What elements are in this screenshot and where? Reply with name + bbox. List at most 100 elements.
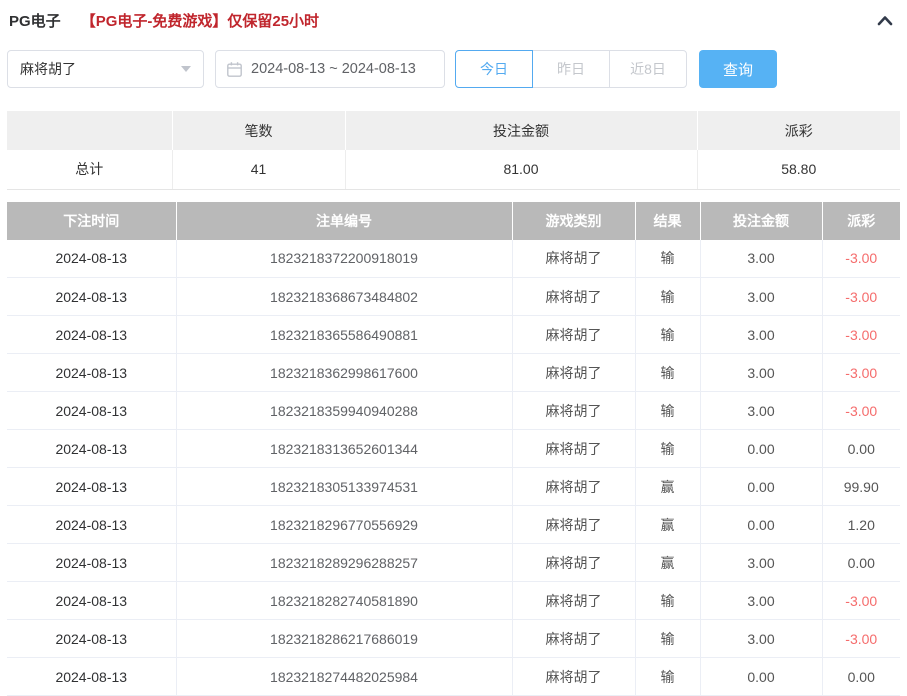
calendar-icon bbox=[227, 61, 242, 77]
bet-time-cell: 2024-08-13 bbox=[7, 315, 177, 354]
game-type-cell: 麻将胡了 bbox=[512, 391, 636, 430]
bet-id-cell: 1823218359940940288 bbox=[176, 391, 513, 430]
bet-records-table: 下注时间 注单编号 游戏类别 结果 投注金额 派彩 2024-08-13 1823… bbox=[7, 201, 900, 696]
game-type-cell: 麻将胡了 bbox=[512, 277, 636, 316]
bet-amount-cell: 3.00 bbox=[700, 315, 823, 354]
bet-amount-cell: 0.00 bbox=[700, 505, 823, 544]
provider-title: PG电子 bbox=[9, 13, 61, 30]
query-button[interactable]: 查询 bbox=[699, 50, 777, 88]
bet-amount-cell: 3.00 bbox=[700, 581, 823, 620]
game-type-cell: 麻将胡了 bbox=[512, 315, 636, 354]
game-select[interactable]: 麻将胡了 bbox=[7, 50, 204, 88]
bet-time-cell: 2024-08-13 bbox=[7, 429, 177, 468]
bet-time-cell: 2024-08-13 bbox=[7, 505, 177, 544]
result-cell: 输 bbox=[635, 239, 701, 278]
table-row: 2024-08-13 1823218359940940288 麻将胡了输 3.00 -3… bbox=[7, 391, 900, 430]
today-button[interactable]: 今日 bbox=[455, 50, 533, 88]
result-cell: 赢 bbox=[635, 505, 701, 544]
result-cell: 输 bbox=[635, 657, 701, 696]
payout-cell: 1.20 bbox=[822, 505, 900, 544]
bet-amount-cell: 3.00 bbox=[700, 277, 823, 316]
table-row: 2024-08-13 1823218362998617600 麻将胡了输 3.00 -3… bbox=[7, 353, 900, 392]
bet-id-cell: 1823218282740581890 bbox=[176, 581, 513, 620]
table-row: 2024-08-13 1823218372200918019 麻将胡了输 3.00 -3… bbox=[7, 239, 900, 278]
bet-time-cell: 2024-08-13 bbox=[7, 391, 177, 430]
bet-id-cell: 1823218365586490881 bbox=[176, 315, 513, 354]
bet-id-cell: 1823218362998617600 bbox=[176, 353, 513, 392]
payout-cell: -3.00 bbox=[822, 619, 900, 658]
table-row: 2024-08-13 1823218365586490881 麻将胡了输 3.00 -3… bbox=[7, 315, 900, 354]
game-type-cell: 麻将胡了 bbox=[512, 619, 636, 658]
game-type-cell: 麻将胡了 bbox=[512, 353, 636, 392]
bet-id-cell: 1823218289296288257 bbox=[176, 543, 513, 582]
bet-id-cell: 1823218274482025984 bbox=[176, 657, 513, 696]
payout-cell: -3.00 bbox=[822, 315, 900, 354]
game-select-value: 麻将胡了 bbox=[20, 61, 76, 77]
bet-id-cell: 1823218296770556929 bbox=[176, 505, 513, 544]
header-bet-id: 注单编号 bbox=[176, 201, 513, 240]
summary-total-row: 总计 41 81.00 58.80 bbox=[7, 150, 900, 190]
date-range-input[interactable]: 2024-08-13 ~ 2024-08-13 bbox=[215, 50, 445, 88]
result-cell: 输 bbox=[635, 619, 701, 658]
game-type-cell: 麻将胡了 bbox=[512, 581, 636, 620]
table-row: 2024-08-13 1823218305133974531 麻将胡了赢 0.00 99… bbox=[7, 467, 900, 506]
result-cell: 赢 bbox=[635, 543, 701, 582]
payout-cell: -3.00 bbox=[822, 277, 900, 316]
date-range-value: 2024-08-13 ~ 2024-08-13 bbox=[251, 61, 416, 77]
chevron-down-icon bbox=[181, 66, 191, 72]
result-cell: 输 bbox=[635, 429, 701, 468]
bet-id-cell: 1823218372200918019 bbox=[176, 239, 513, 278]
payout-cell: -3.00 bbox=[822, 353, 900, 392]
header-bet-time: 下注时间 bbox=[7, 201, 177, 240]
bet-amount-cell: 3.00 bbox=[700, 239, 823, 278]
quick-date-button-group: 今日 昨日 近8日 bbox=[455, 50, 687, 88]
summary-count-value: 41 bbox=[172, 150, 346, 190]
yesterday-button[interactable]: 昨日 bbox=[532, 50, 610, 88]
summary-header-row: 笔数 投注金额 派彩 bbox=[7, 111, 900, 150]
table-row: 2024-08-13 1823218274482025984 麻将胡了输 0.00 0.… bbox=[7, 657, 900, 696]
bet-time-cell: 2024-08-13 bbox=[7, 277, 177, 316]
bet-amount-cell: 3.00 bbox=[700, 619, 823, 658]
bet-amount-cell: 0.00 bbox=[700, 467, 823, 506]
payout-cell: 99.90 bbox=[822, 467, 900, 506]
bet-id-cell: 1823218313652601344 bbox=[176, 429, 513, 468]
collapse-button[interactable] bbox=[874, 11, 896, 31]
summary-header-bet-amount: 投注金额 bbox=[345, 111, 698, 150]
payout-cell: -3.00 bbox=[822, 581, 900, 620]
header-game-type: 游戏类别 bbox=[512, 201, 636, 240]
header-bet-amount: 投注金额 bbox=[700, 201, 823, 240]
bet-time-cell: 2024-08-13 bbox=[7, 619, 177, 658]
summary-header-blank bbox=[7, 111, 173, 150]
last-8-days-button[interactable]: 近8日 bbox=[609, 50, 687, 88]
game-type-cell: 麻将胡了 bbox=[512, 429, 636, 468]
payout-cell: 0.00 bbox=[822, 429, 900, 468]
table-row: 2024-08-13 1823218289296288257 麻将胡了赢 3.00 0.… bbox=[7, 543, 900, 582]
table-row: 2024-08-13 1823218313652601344 麻将胡了输 0.00 0.… bbox=[7, 429, 900, 468]
game-type-cell: 麻将胡了 bbox=[512, 239, 636, 278]
payout-cell: -3.00 bbox=[822, 391, 900, 430]
summary-payout-total-value: 58.80 bbox=[697, 150, 900, 190]
table-row: 2024-08-13 1823218282740581890 麻将胡了输 3.00 -3… bbox=[7, 581, 900, 620]
bet-table-header-row: 下注时间 注单编号 游戏类别 结果 投注金额 派彩 bbox=[7, 201, 900, 240]
betting-records-panel: PG电子 【PG电子-免费游戏】仅保留25小时 麻将胡了 2024-08-13 … bbox=[0, 0, 907, 696]
bet-time-cell: 2024-08-13 bbox=[7, 353, 177, 392]
bet-time-cell: 2024-08-13 bbox=[7, 543, 177, 582]
game-type-cell: 麻将胡了 bbox=[512, 505, 636, 544]
result-cell: 输 bbox=[635, 315, 701, 354]
game-type-cell: 麻将胡了 bbox=[512, 657, 636, 696]
bet-time-cell: 2024-08-13 bbox=[7, 581, 177, 620]
bet-time-cell: 2024-08-13 bbox=[7, 657, 177, 696]
bet-id-cell: 1823218286217686019 bbox=[176, 619, 513, 658]
chevron-up-icon bbox=[877, 15, 893, 25]
table-row: 2024-08-13 1823218286217686019 麻将胡了输 3.00 -3… bbox=[7, 619, 900, 658]
summary-header-count: 笔数 bbox=[172, 111, 346, 150]
summary-header-payout: 派彩 bbox=[697, 111, 900, 150]
table-row: 2024-08-13 1823218296770556929 麻将胡了赢 0.00 1.… bbox=[7, 505, 900, 544]
table-row: 2024-08-13 1823218368673484802 麻将胡了输 3.00 -3… bbox=[7, 277, 900, 316]
game-type-cell: 麻将胡了 bbox=[512, 467, 636, 506]
game-type-cell: 麻将胡了 bbox=[512, 543, 636, 582]
result-cell: 输 bbox=[635, 391, 701, 430]
panel-header: PG电子 【PG电子-免费游戏】仅保留25小时 bbox=[7, 0, 900, 30]
result-cell: 赢 bbox=[635, 467, 701, 506]
free-game-notice: 【PG电子-免费游戏】仅保留25小时 bbox=[80, 13, 320, 30]
